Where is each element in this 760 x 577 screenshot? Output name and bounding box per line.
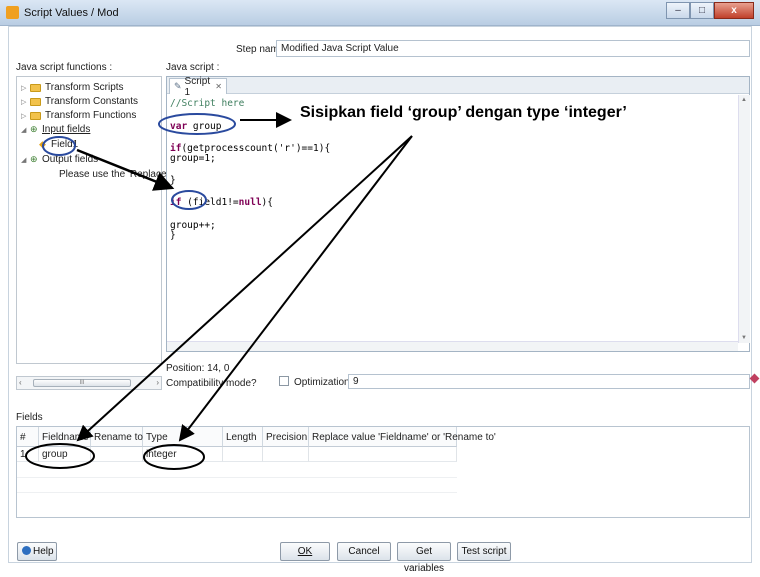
arrow-to-type bbox=[178, 135, 413, 442]
annotation-overlay bbox=[25, 112, 413, 470]
highlight-type-integer bbox=[143, 444, 205, 470]
highlight-field1 bbox=[42, 136, 76, 156]
highlight-fieldname-group bbox=[25, 443, 95, 469]
highlight-field1-code bbox=[171, 190, 207, 210]
arrow-to-fieldname bbox=[76, 135, 413, 442]
highlight-var-group bbox=[158, 113, 236, 135]
arrow-field1-to-code bbox=[76, 148, 175, 191]
